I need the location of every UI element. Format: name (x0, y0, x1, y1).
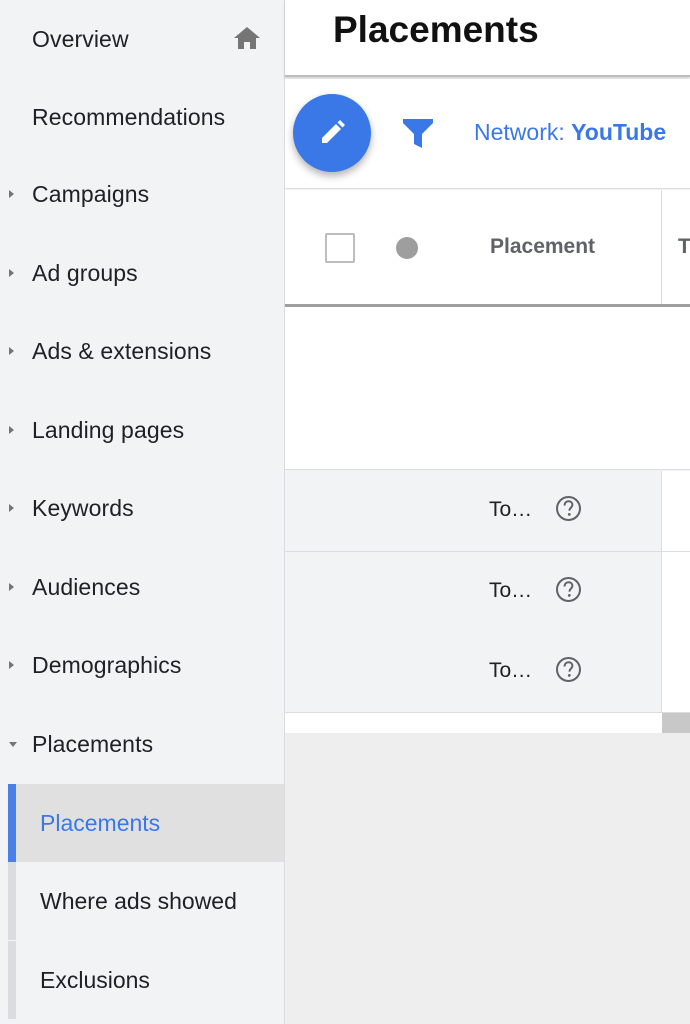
filter-icon[interactable] (402, 117, 434, 150)
chevron-right-icon (9, 583, 14, 591)
sidebar-subitem-placements[interactable]: Placements (8, 784, 284, 862)
help-icon[interactable] (555, 656, 582, 683)
sidebar-item-label: Landing pages (32, 416, 185, 443)
sidebar-item-recommendations[interactable]: Recommendations (0, 78, 284, 156)
filter-value: YouTube (571, 119, 667, 145)
horizontal-scrollbar[interactable] (662, 713, 690, 733)
chevron-right-icon (9, 269, 14, 277)
table-row[interactable]: To… (285, 552, 690, 633)
sidebar-item-ad-groups[interactable]: Ad groups (0, 234, 284, 312)
pencil-icon (322, 120, 345, 143)
chevron-right-icon (9, 504, 14, 512)
next-column-cell (662, 632, 690, 712)
sidebar-item-label: Overview (32, 25, 129, 52)
sidebar-subitem-label: Placements (40, 809, 161, 836)
sidebar-item-label: Campaigns (32, 180, 150, 207)
table-row[interactable]: To… (285, 471, 690, 552)
sidebar-item-audiences[interactable]: Audiences (0, 548, 284, 626)
sidebar-subitem-label: Exclusions (40, 966, 150, 993)
chevron-down-icon (9, 741, 17, 747)
column-header-next[interactable]: T (678, 235, 690, 259)
sidebar-item-label: Demographics (32, 651, 182, 678)
sidebar-subitem-where-ads-showed[interactable]: Where ads showed (8, 862, 284, 940)
chevron-right-icon (9, 661, 14, 669)
table-footer (285, 713, 690, 733)
sidebar-item-placements[interactable]: Placements (0, 705, 284, 783)
page-header: Placements (285, 0, 690, 77)
table-blank-area (285, 307, 690, 470)
sidebar-item-overview[interactable]: Overview (0, 0, 284, 78)
next-column-cell (662, 471, 690, 551)
placement-cell: To… (489, 579, 533, 602)
filter-key: Network: (474, 119, 572, 145)
chevron-right-icon (9, 190, 14, 198)
placement-cell: To… (489, 659, 533, 682)
select-all-checkbox[interactable] (325, 233, 355, 263)
table-row[interactable]: To… (285, 632, 690, 713)
table-header: Placement T (285, 190, 690, 307)
main-content: Placements Network: YouTube Placement T … (285, 0, 690, 1024)
sidebar-subitem-exclusions[interactable]: Exclusions (8, 941, 284, 1019)
chevron-right-icon (9, 426, 14, 434)
help-icon[interactable] (555, 495, 582, 522)
empty-area (285, 733, 690, 1024)
sidebar-item-label: Audiences (32, 573, 141, 600)
table-toolbar: Network: YouTube (285, 79, 690, 189)
sidebar: Overview Recommendations Campaigns Ad gr… (0, 0, 285, 1024)
home-icon (234, 27, 260, 49)
sidebar-item-label: Ad groups (32, 259, 138, 286)
sidebar-item-label: Keywords (32, 494, 134, 521)
page-title: Placements (333, 9, 539, 50)
sidebar-subitem-label: Where ads showed (40, 887, 237, 914)
sidebar-item-label: Ads & extensions (32, 337, 212, 364)
status-dot-icon (396, 237, 418, 259)
sidebar-item-landing-pages[interactable]: Landing pages (0, 391, 284, 469)
column-header-placement[interactable]: Placement (490, 235, 595, 259)
help-icon[interactable] (555, 576, 582, 603)
sidebar-item-label: Placements (32, 730, 154, 757)
sidebar-item-ads-extensions[interactable]: Ads & extensions (0, 312, 284, 390)
edit-button[interactable] (293, 94, 371, 172)
placement-cell: To… (489, 498, 533, 521)
network-filter-chip[interactable]: Network: YouTube (474, 119, 666, 146)
sidebar-item-keywords[interactable]: Keywords (0, 469, 284, 547)
sidebar-item-demographics[interactable]: Demographics (0, 626, 284, 704)
sidebar-item-label: Recommendations (32, 103, 226, 130)
chevron-right-icon (9, 347, 14, 355)
next-column-cell (662, 552, 690, 632)
column-divider (661, 190, 662, 304)
sidebar-item-campaigns[interactable]: Campaigns (0, 155, 284, 233)
